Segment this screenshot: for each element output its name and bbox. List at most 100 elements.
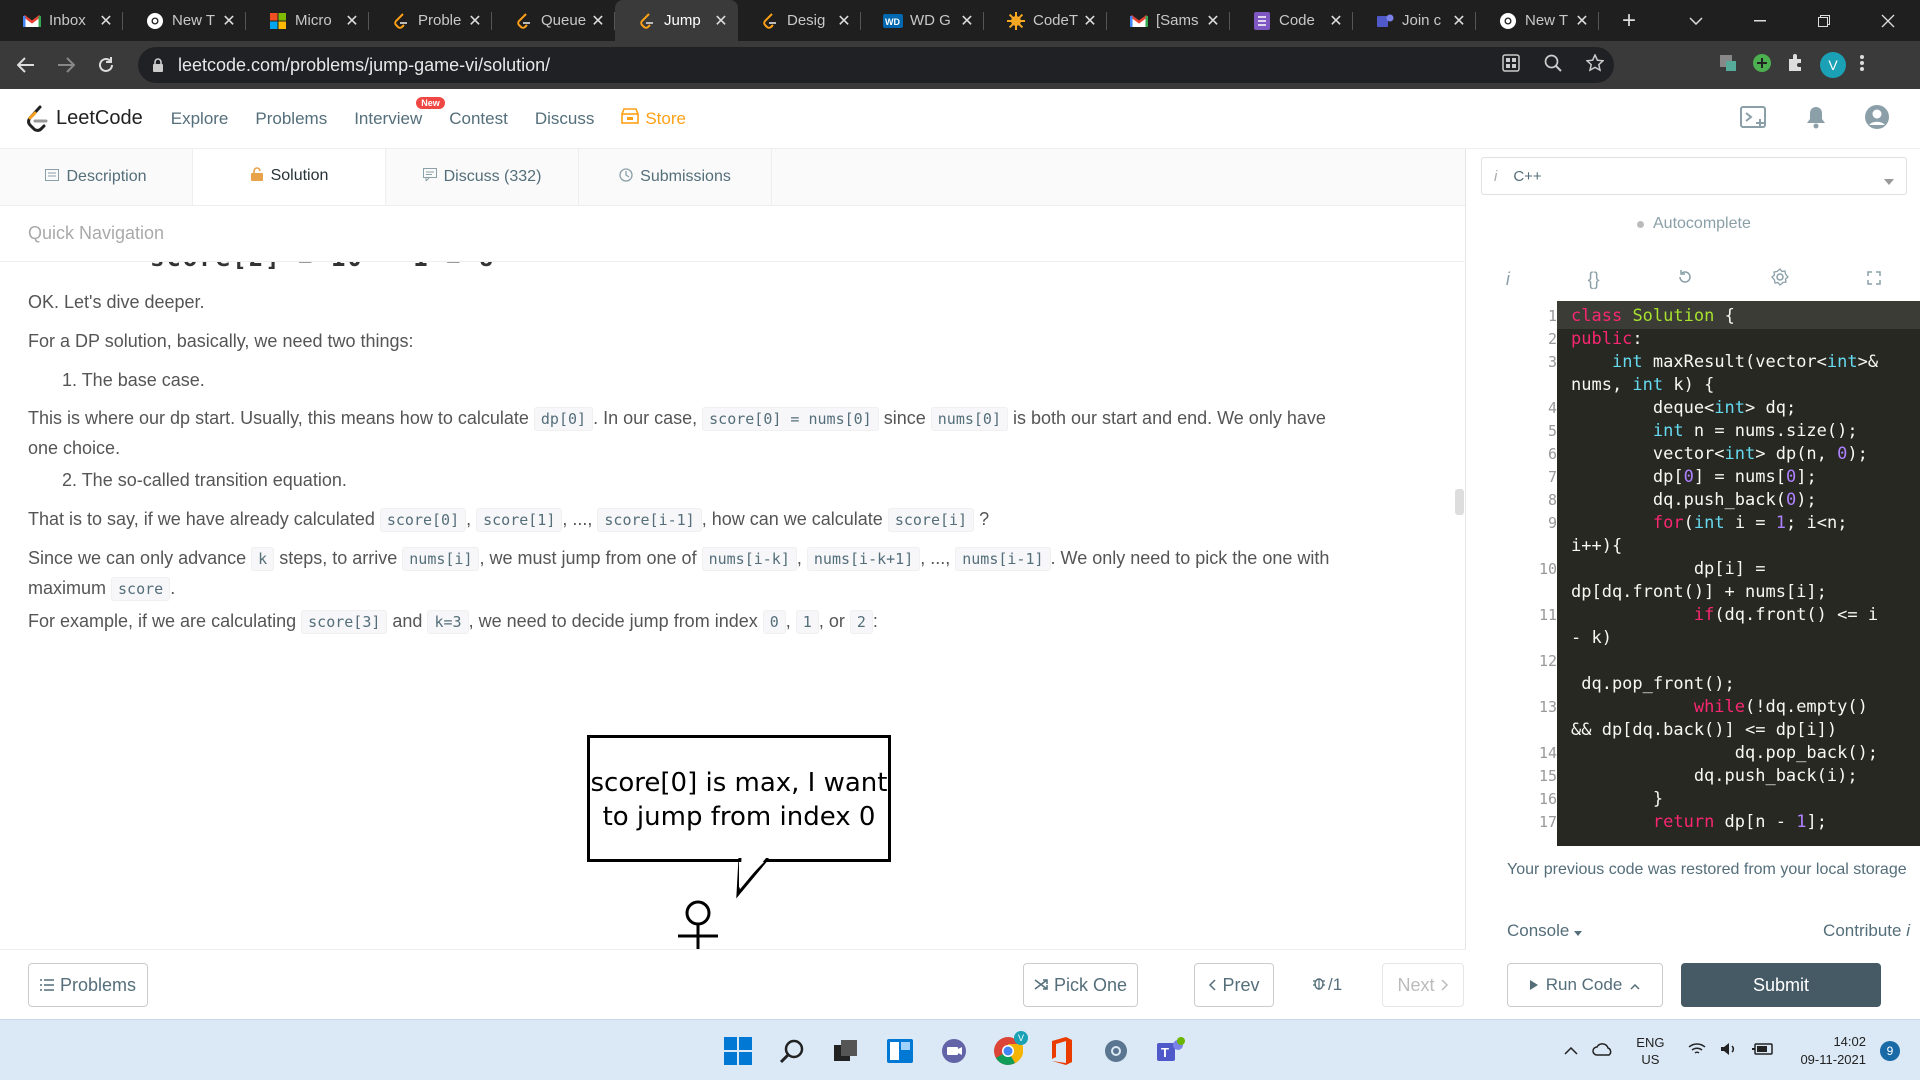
code-editor[interactable]: class Solution { public: int maxResult(v… bbox=[1557, 301, 1920, 846]
browser-tab[interactable]: Join c ✕ bbox=[1353, 0, 1476, 41]
text: That is to say, if we have already calcu… bbox=[28, 509, 375, 529]
browser-tab[interactable]: Code ✕ bbox=[1230, 0, 1353, 41]
code-score3: score[3] bbox=[301, 610, 388, 634]
notification-bell-icon[interactable] bbox=[1806, 105, 1826, 134]
nav-contest[interactable]: Contest bbox=[449, 109, 508, 129]
wifi-icon[interactable] bbox=[1688, 1042, 1706, 1059]
search-icon[interactable] bbox=[776, 1035, 808, 1067]
clock[interactable]: 14:02 09-11-2021 bbox=[1800, 1033, 1866, 1069]
tab-submissions[interactable]: Submissions bbox=[579, 149, 772, 205]
back-button[interactable] bbox=[6, 57, 46, 73]
teams-chat-icon[interactable] bbox=[938, 1035, 970, 1067]
close-tab-icon[interactable]: ✕ bbox=[97, 11, 115, 31]
windows-start-icon[interactable] bbox=[722, 1035, 754, 1067]
puzzle-extensions-icon[interactable] bbox=[1786, 53, 1806, 78]
volume-icon[interactable] bbox=[1720, 1042, 1738, 1059]
contribute-link[interactable]: Contribute i bbox=[1823, 921, 1910, 941]
browser-tab[interactable]: Jump ✕ bbox=[615, 0, 738, 41]
playground-icon[interactable] bbox=[1740, 105, 1768, 134]
settings-gear-icon[interactable] bbox=[1100, 1035, 1132, 1067]
browser-tab[interactable]: New T ✕ bbox=[123, 0, 246, 41]
close-tab-icon[interactable]: ✕ bbox=[1204, 11, 1222, 31]
omnibox[interactable]: leetcode.com/problems/jump-game-vi/solut… bbox=[138, 47, 1614, 83]
browser-tab[interactable]: Micro ✕ bbox=[246, 0, 369, 41]
bookmark-star-icon[interactable] bbox=[1585, 52, 1605, 77]
minimize-button[interactable] bbox=[1728, 0, 1792, 41]
battery-icon[interactable] bbox=[1752, 1043, 1774, 1058]
console-toggle[interactable]: Console bbox=[1507, 921, 1583, 941]
restore-button[interactable] bbox=[1792, 0, 1856, 41]
notification-count-badge[interactable]: 9 bbox=[1880, 1040, 1900, 1061]
close-tab-icon[interactable]: ✕ bbox=[712, 11, 730, 31]
close-tab-icon[interactable]: ✕ bbox=[1573, 11, 1591, 31]
code-line: int maxResult(vector<int>& bbox=[1611, 352, 1879, 372]
browser-tab[interactable]: Proble ✕ bbox=[369, 0, 492, 41]
prev-button[interactable]: Prev bbox=[1194, 963, 1274, 1007]
user-account-icon[interactable] bbox=[1864, 104, 1890, 135]
widgets-icon[interactable] bbox=[884, 1035, 916, 1067]
run-code-button[interactable]: Run Code bbox=[1507, 963, 1663, 1007]
browser-tab[interactable]: Inbox ✕ bbox=[0, 0, 123, 41]
submit-button[interactable]: Submit bbox=[1681, 963, 1881, 1007]
new-tab-button[interactable]: + bbox=[1609, 7, 1649, 35]
close-tab-icon[interactable]: ✕ bbox=[1081, 11, 1099, 31]
reload-button[interactable] bbox=[86, 56, 126, 74]
nav-interview[interactable]: Interview New bbox=[354, 96, 445, 129]
browser-tab[interactable]: CodeT ✕ bbox=[984, 0, 1107, 41]
nav-discuss[interactable]: Discuss bbox=[535, 109, 595, 129]
tab-discuss[interactable]: Discuss (332) bbox=[386, 149, 579, 205]
browser-tab[interactable]: [Sams ✕ bbox=[1107, 0, 1230, 41]
text: . We only need to pick the one with bbox=[1050, 548, 1330, 568]
quick-navigation[interactable]: Quick Navigation bbox=[28, 223, 164, 244]
zoom-icon[interactable] bbox=[1544, 54, 1562, 77]
tab-solution[interactable]: Solution bbox=[193, 149, 386, 205]
tab-search-icon[interactable] bbox=[1664, 0, 1728, 41]
language-select[interactable]: i C++ bbox=[1481, 157, 1907, 195]
browser-tab[interactable]: Desig ✕ bbox=[738, 0, 861, 41]
text: one choice. bbox=[28, 438, 121, 458]
close-window-button[interactable] bbox=[1856, 0, 1920, 41]
problems-button[interactable]: Problems bbox=[28, 963, 148, 1007]
teams-icon[interactable]: T bbox=[1154, 1035, 1186, 1067]
nav-problems[interactable]: Problems bbox=[255, 109, 327, 129]
chevron-up-tray-icon[interactable] bbox=[1564, 1043, 1578, 1058]
reset-icon[interactable] bbox=[1677, 269, 1693, 290]
close-tab-icon[interactable]: ✕ bbox=[589, 11, 607, 31]
close-tab-icon[interactable]: ✕ bbox=[343, 11, 361, 31]
extension-plus-icon[interactable] bbox=[1752, 53, 1772, 78]
close-tab-icon[interactable]: ✕ bbox=[958, 11, 976, 31]
forward-button[interactable] bbox=[46, 57, 86, 73]
content-scrollbar[interactable] bbox=[1455, 489, 1464, 515]
app-grid-icon[interactable] bbox=[1502, 53, 1520, 77]
next-button[interactable]: Next bbox=[1382, 963, 1464, 1007]
leetcode-logo[interactable]: LeetCode bbox=[26, 105, 143, 133]
extension-screen-icon[interactable] bbox=[1718, 53, 1738, 78]
task-view-icon[interactable] bbox=[830, 1035, 862, 1067]
office-icon[interactable] bbox=[1046, 1035, 1078, 1067]
pick-one-button[interactable]: Pick One bbox=[1023, 963, 1138, 1007]
info-tool-icon[interactable]: i bbox=[1506, 269, 1510, 290]
close-tab-icon[interactable]: ✕ bbox=[1327, 11, 1345, 31]
kebab-menu-icon[interactable] bbox=[1860, 54, 1864, 77]
close-tab-icon[interactable]: ✕ bbox=[1450, 11, 1468, 31]
browser-tab[interactable]: New T ✕ bbox=[1476, 0, 1599, 41]
browser-tab[interactable]: WD WD G ✕ bbox=[861, 0, 984, 41]
url-text[interactable]: leetcode.com/problems/jump-game-vi/solut… bbox=[178, 55, 550, 76]
close-tab-icon[interactable]: ✕ bbox=[835, 11, 853, 31]
nav-explore[interactable]: Explore bbox=[171, 109, 229, 129]
code-0: 0 bbox=[762, 610, 786, 634]
profile-avatar[interactable]: V bbox=[1820, 52, 1846, 78]
nav-store[interactable]: Store bbox=[621, 108, 686, 129]
settings-icon[interactable] bbox=[1771, 267, 1790, 291]
braces-icon[interactable]: {} bbox=[1588, 269, 1600, 290]
chrome-icon[interactable]: V bbox=[992, 1030, 1028, 1067]
tab-description[interactable]: Description bbox=[0, 149, 193, 205]
browser-tab[interactable]: Queue ✕ bbox=[492, 0, 615, 41]
close-tab-icon[interactable]: ✕ bbox=[466, 11, 484, 31]
onedrive-cloud-icon[interactable] bbox=[1592, 1042, 1614, 1059]
language-indicator[interactable]: ENG US bbox=[1636, 1034, 1664, 1068]
autocomplete-toggle[interactable]: Autocomplete bbox=[1637, 215, 1751, 233]
close-tab-icon[interactable]: ✕ bbox=[220, 11, 238, 31]
list-item-transition: 2. The so-called transition equation. bbox=[62, 470, 347, 490]
fullscreen-icon[interactable] bbox=[1867, 269, 1881, 290]
